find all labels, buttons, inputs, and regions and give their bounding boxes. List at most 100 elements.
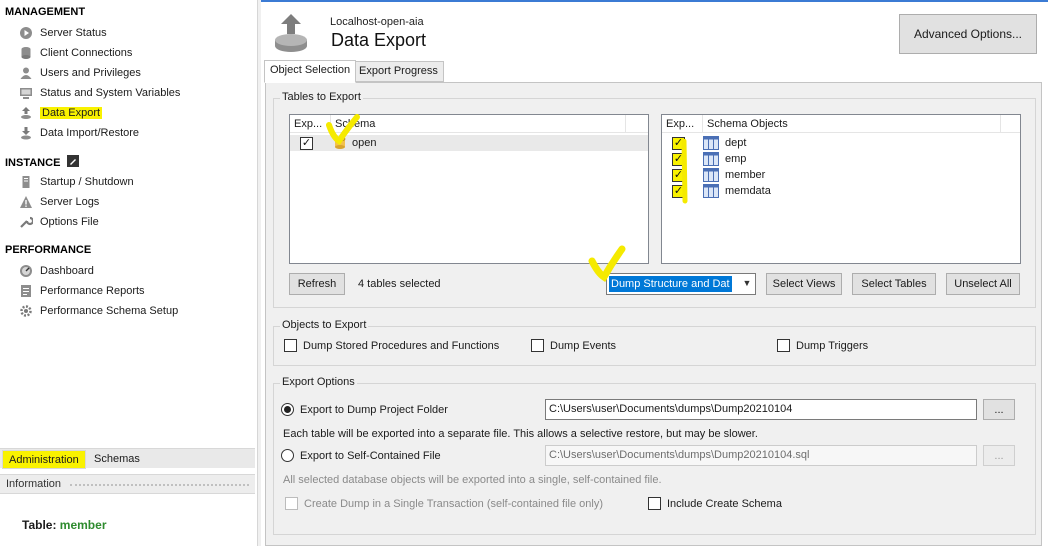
dump-routines-option[interactable]: Dump Stored Procedures and Functions <box>284 339 499 352</box>
object-row[interactable]: ✓ dept <box>662 135 1020 151</box>
object-row[interactable]: ✓ member <box>662 167 1020 183</box>
server-icon <box>18 174 34 190</box>
schema-export-checkbox[interactable]: ✓ <box>300 136 313 150</box>
nav-performance-reports[interactable]: Performance Reports <box>18 282 145 300</box>
export-project-folder-label: Export to Dump Project Folder <box>300 403 448 416</box>
self-contained-path-input[interactable]: C:\Users\user\Documents\dumps\Dump202101… <box>545 445 977 466</box>
table-icon <box>703 184 719 198</box>
nav-data-export[interactable]: Data Export <box>18 104 103 122</box>
settings-icon <box>18 303 34 319</box>
tab-administration[interactable]: Administration <box>2 450 86 469</box>
nav-label: Data Import/Restore <box>40 127 140 139</box>
dump-routines-checkbox[interactable] <box>284 339 297 352</box>
advanced-options-button[interactable]: Advanced Options... <box>899 14 1037 54</box>
page-title: Data Export <box>331 30 427 50</box>
tables-selected-count: 4 tables selected <box>358 278 441 290</box>
database-icon <box>18 45 34 61</box>
include-create-schema-option[interactable]: Include Create Schema <box>648 497 782 510</box>
nav-status-variables[interactable]: Status and System Variables <box>18 84 180 102</box>
column-export[interactable]: Exp... <box>662 115 703 133</box>
warning-icon <box>18 194 34 210</box>
annotation-highlight-stroke <box>681 139 688 204</box>
connection-name: Localhost-open-aia <box>330 16 424 28</box>
single-transaction-option[interactable]: Create Dump in a Single Transaction (sel… <box>285 497 603 510</box>
group-title: Objects to Export <box>280 319 369 331</box>
refresh-button[interactable]: Refresh <box>289 273 345 295</box>
browse-folder-button[interactable]: ... <box>983 399 1015 420</box>
select-views-button[interactable]: Select Views <box>766 273 842 295</box>
table-info-label: Table: <box>22 518 57 532</box>
nav-label: Client Connections <box>40 47 133 59</box>
dump-triggers-option[interactable]: Dump Triggers <box>777 339 868 352</box>
annotation-check-mark <box>588 245 626 282</box>
schema-objects-list[interactable]: Exp... Schema Objects ✓ dept ✓ emp ✓ mem… <box>661 114 1021 264</box>
export-project-folder-radio[interactable] <box>281 403 294 416</box>
self-contained-description: All selected database objects will be ex… <box>283 474 662 486</box>
information-label: Information <box>6 478 62 490</box>
instance-edit-icon[interactable] <box>67 155 80 167</box>
nav-label: Startup / Shutdown <box>40 176 134 188</box>
table-icon <box>703 168 719 182</box>
column-schema-objects[interactable]: Schema Objects <box>703 115 1001 133</box>
nav-label: Server Status <box>40 27 107 39</box>
nav-label: Options File <box>40 216 99 228</box>
column-schema[interactable]: Schema <box>331 115 626 133</box>
single-transaction-label: Create Dump in a Single Transaction (sel… <box>304 497 603 510</box>
sidebar-tab-bar: Administration Schemas <box>0 448 255 469</box>
project-folder-path-input[interactable]: C:\Users\user\Documents\dumps\Dump202101… <box>545 399 977 420</box>
nav-label: Server Logs <box>40 196 100 208</box>
browse-file-button[interactable]: ... <box>983 445 1015 466</box>
dump-events-label: Dump Events <box>550 339 617 352</box>
annotation-check-mark <box>326 114 360 146</box>
export-self-contained-radio[interactable] <box>281 449 294 462</box>
data-export-panel: Localhost-open-aia Data Export Advanced … <box>261 0 1048 546</box>
chevron-down-icon: ▼ <box>742 278 752 288</box>
dump-triggers-checkbox[interactable] <box>777 339 790 352</box>
nav-client-connections[interactable]: Client Connections <box>18 44 132 62</box>
export-project-folder-option[interactable]: Export to Dump Project Folder <box>281 403 448 416</box>
import-icon <box>18 125 34 141</box>
nav-label: Performance Schema Setup <box>40 305 179 317</box>
include-create-schema-checkbox[interactable] <box>648 497 661 510</box>
export-options-group: Export Options Export to Dump Project Fo… <box>273 376 1036 535</box>
nav-startup-shutdown[interactable]: Startup / Shutdown <box>18 173 134 191</box>
play-circle-icon <box>18 25 34 41</box>
include-create-schema-label: Include Create Schema <box>667 497 782 510</box>
nav-server-logs[interactable]: Server Logs <box>18 193 99 211</box>
nav-label: Status and System Variables <box>40 87 181 99</box>
gauge-icon <box>18 263 34 279</box>
nav-options-file[interactable]: Options File <box>18 213 99 231</box>
object-name: memdata <box>725 185 771 197</box>
dump-triggers-label: Dump Triggers <box>796 339 869 352</box>
nav-data-import[interactable]: Data Import/Restore <box>18 124 139 142</box>
dump-events-option[interactable]: Dump Events <box>531 339 616 352</box>
objects-list-header: Exp... Schema Objects <box>662 115 1020 133</box>
nav-performance-schema-setup[interactable]: Performance Schema Setup <box>18 302 178 320</box>
unselect-all-button[interactable]: Unselect All <box>946 273 1020 295</box>
section-title-management: MANAGEMENT <box>5 6 86 18</box>
export-self-contained-option[interactable]: Export to Self-Contained File <box>281 449 441 462</box>
export-icon <box>18 105 34 121</box>
table-info-value: member <box>59 518 107 532</box>
nav-label: Performance Reports <box>40 285 145 297</box>
data-export-icon <box>273 12 309 54</box>
dump-events-checkbox[interactable] <box>531 339 544 352</box>
information-header[interactable]: Information <box>0 474 255 494</box>
nav-label: Dashboard <box>40 265 94 277</box>
wrench-icon <box>18 214 34 230</box>
single-transaction-checkbox[interactable] <box>285 497 298 510</box>
object-row[interactable]: ✓ emp <box>662 151 1020 167</box>
tab-schemas[interactable]: Schemas <box>88 450 146 469</box>
section-title-performance: PERFORMANCE <box>5 244 92 256</box>
object-row[interactable]: ✓ memdata <box>662 183 1020 199</box>
grip-divider <box>70 484 249 486</box>
nav-label: Data Export <box>40 107 103 119</box>
tab-object-selection[interactable]: Object Selection <box>264 60 357 83</box>
select-tables-button[interactable]: Select Tables <box>852 273 936 295</box>
nav-server-status[interactable]: Server Status <box>18 24 107 42</box>
nav-users-privileges[interactable]: Users and Privileges <box>18 64 141 82</box>
object-selection-panel: Tables to Export Exp... Schema ✓ open Ex… <box>265 82 1042 546</box>
tab-export-progress[interactable]: Export Progress <box>353 61 444 82</box>
object-name: dept <box>725 137 747 149</box>
nav-dashboard[interactable]: Dashboard <box>18 262 94 280</box>
